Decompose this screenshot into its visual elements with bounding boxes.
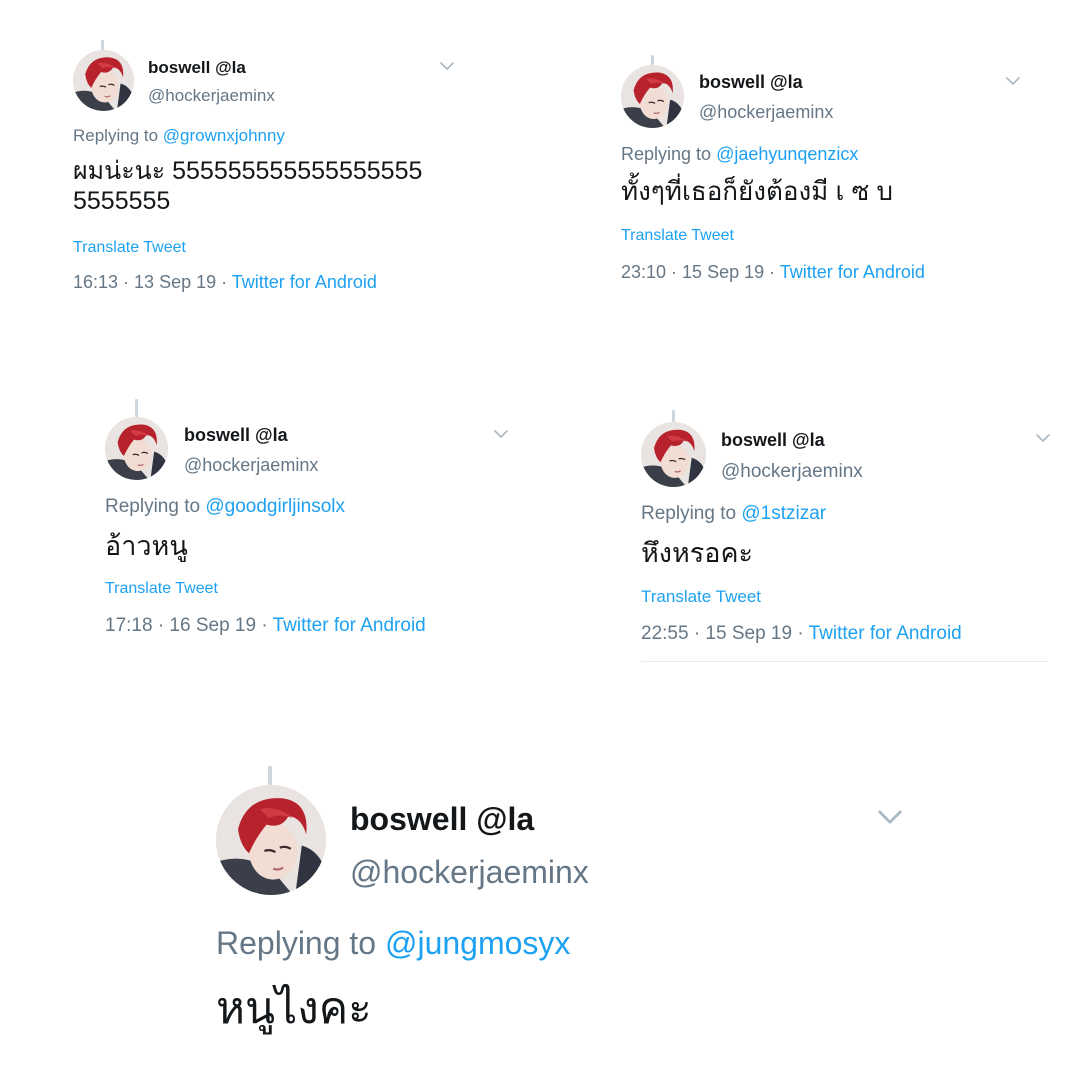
reply-mention-link[interactable]: @jungmosyx (385, 925, 570, 961)
avatar[interactable] (641, 422, 706, 487)
tweet-metadata: 16:13 · 13 Sep 19 · Twitter for Android (73, 272, 377, 293)
profile-avatar-image (641, 422, 706, 487)
tweet-text: หนูไงคะ (216, 984, 372, 1033)
tweet-metadata: 22:55 · 15 Sep 19 · Twitter for Android (641, 623, 962, 645)
avatar[interactable] (73, 50, 134, 111)
tweet-text: อ้าวหนู (105, 531, 188, 561)
avatar[interactable] (105, 417, 168, 480)
tweet-source-link[interactable]: Twitter for Android (809, 623, 962, 644)
chevron-down-icon[interactable] (1006, 77, 1020, 85)
replying-prefix: Replying to (216, 925, 385, 961)
replying-prefix: Replying to (641, 503, 742, 524)
tweet-timestamp[interactable]: 16:13 · 13 Sep 19 · (73, 272, 232, 292)
replying-prefix: Replying to (621, 144, 717, 164)
chevron-down-icon[interactable] (1036, 434, 1050, 442)
reply-mention-link[interactable]: @goodgirljinsolx (205, 496, 345, 517)
replying-to: Replying to @1stzizar (641, 503, 826, 525)
tweet-text: ผมน่ะนะ 555555555555555555 5555555 (73, 157, 423, 215)
user-handle[interactable]: @hockerjaeminx (148, 86, 275, 106)
replying-to: Replying to @goodgirljinsolx (105, 496, 345, 518)
profile-avatar-image (621, 65, 684, 128)
translate-tweet-link[interactable]: Translate Tweet (73, 239, 186, 257)
thread-connector-line (268, 766, 272, 785)
replying-to: Replying to @jaehyunqenzicx (621, 144, 858, 165)
display-name[interactable]: boswell @la (350, 801, 534, 838)
profile-avatar-image (216, 785, 326, 895)
avatar[interactable] (216, 785, 326, 895)
tweet-source-link[interactable]: Twitter for Android (780, 262, 925, 282)
chevron-down-icon[interactable] (878, 810, 902, 824)
chevron-down-icon[interactable] (440, 62, 454, 70)
tweet-text: หึงหรอคะ (641, 538, 754, 568)
replying-prefix: Replying to (73, 126, 163, 145)
tweet-divider (641, 661, 1048, 662)
user-handle[interactable]: @hockerjaeminx (699, 102, 833, 123)
thread-connector-line (651, 55, 654, 65)
profile-avatar-image (73, 50, 134, 111)
user-handle[interactable]: @hockerjaeminx (184, 455, 318, 476)
chevron-down-icon[interactable] (494, 430, 508, 438)
reply-mention-link[interactable]: @1stzizar (741, 503, 826, 524)
translate-tweet-link[interactable]: Translate Tweet (621, 227, 734, 245)
thread-connector-line (135, 399, 138, 417)
tweet-timestamp[interactable]: 17:18 · 16 Sep 19 · (105, 615, 273, 636)
translate-tweet-link[interactable]: Translate Tweet (641, 587, 761, 607)
replying-prefix: Replying to (105, 496, 206, 517)
tweet-metadata: 23:10 · 15 Sep 19 · Twitter for Android (621, 262, 925, 283)
display-name[interactable]: boswell @la (184, 425, 288, 446)
display-name[interactable]: boswell @la (721, 430, 825, 451)
tweet-timestamp[interactable]: 23:10 · 15 Sep 19 · (621, 262, 780, 282)
display-name[interactable]: boswell @la (699, 72, 803, 93)
profile-avatar-image (105, 417, 168, 480)
tweet-text: ทั้งๆที่เธอก็ยังต้องมี เ ซ บ (621, 176, 894, 206)
tweet-timestamp[interactable]: 22:55 · 15 Sep 19 · (641, 623, 809, 644)
reply-mention-link[interactable]: @jaehyunqenzicx (716, 144, 858, 164)
replying-to: Replying to @grownxjohnny (73, 126, 285, 146)
display-name[interactable]: boswell @la (148, 58, 246, 78)
user-handle[interactable]: @hockerjaeminx (350, 854, 589, 891)
translate-tweet-link[interactable]: Translate Tweet (105, 580, 218, 598)
reply-mention-link[interactable]: @grownxjohnny (163, 126, 285, 145)
tweet-metadata: 17:18 · 16 Sep 19 · Twitter for Android (105, 615, 426, 637)
tweet-source-link[interactable]: Twitter for Android (232, 272, 377, 292)
thread-connector-line (672, 410, 675, 422)
avatar[interactable] (621, 65, 684, 128)
user-handle[interactable]: @hockerjaeminx (721, 461, 863, 483)
tweet-source-link[interactable]: Twitter for Android (273, 615, 426, 636)
replying-to: Replying to @jungmosyx (216, 925, 570, 962)
thread-connector-line (101, 40, 104, 50)
